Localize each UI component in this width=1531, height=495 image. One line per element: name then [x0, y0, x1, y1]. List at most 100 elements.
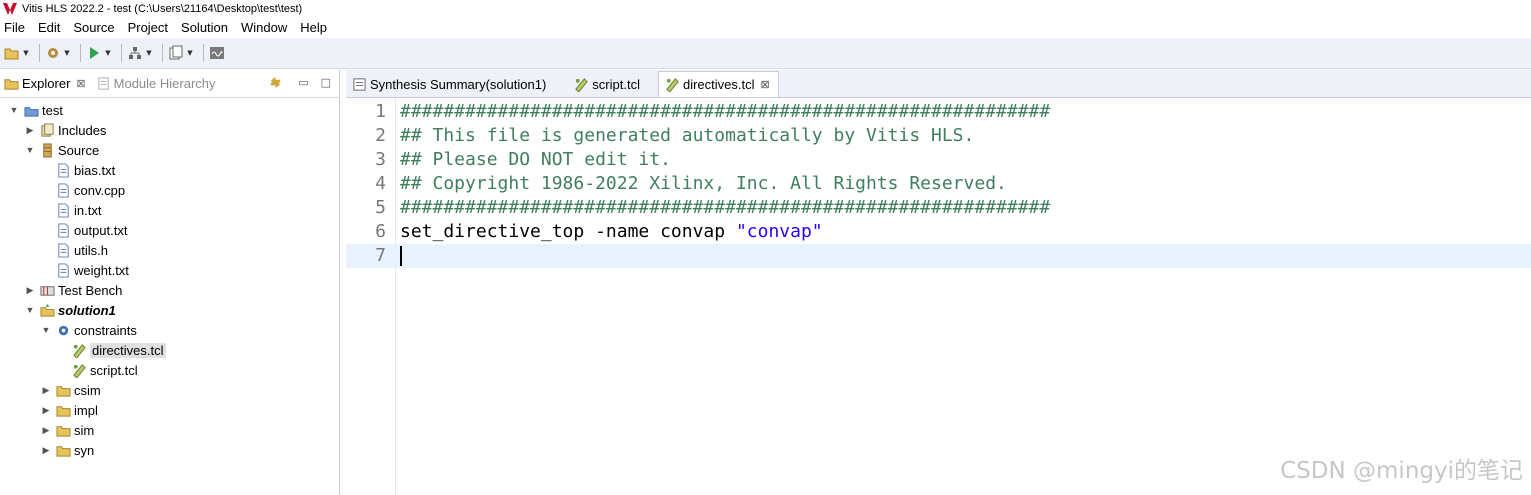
link-editor-icon[interactable]	[268, 75, 283, 90]
tab-label: Synthesis Summary(solution1)	[370, 76, 547, 92]
tree-label: output.txt	[74, 222, 128, 238]
tree-node-file[interactable]: weight.txt	[56, 260, 129, 280]
menu-project[interactable]: Project	[128, 20, 168, 35]
chevron-down-icon[interactable]: ▼	[186, 45, 194, 61]
tab-script-tcl[interactable]: script.tcl	[568, 71, 648, 97]
run-button[interactable]: ▼	[86, 45, 112, 61]
chevron-right-icon[interactable]: ▶	[40, 405, 52, 416]
tree-node-folder[interactable]: ▶ csim	[40, 380, 101, 400]
code-line[interactable]: 3 ## Please DO NOT edit it.	[346, 148, 1531, 172]
test-bench-icon	[40, 285, 55, 296]
maximize-icon[interactable]: □	[321, 76, 331, 89]
tree-node-folder[interactable]: ▶ sim	[40, 420, 95, 440]
tab-module-hierarchy[interactable]: Module Hierarchy	[96, 76, 216, 91]
code-text: ## Please DO NOT edit it.	[400, 149, 671, 170]
tab-directives-tcl[interactable]: directives.tcl ⊠	[657, 71, 779, 97]
tree-node-file[interactable]: utils.h	[56, 240, 108, 260]
chevron-right-icon[interactable]: ▶	[24, 285, 36, 296]
chevron-right-icon[interactable]: ▶	[40, 425, 52, 436]
code-line[interactable]: 5 ######################################…	[346, 196, 1531, 220]
tree-node-file[interactable]: output.txt	[56, 220, 127, 240]
code-line[interactable]: 6 set_directive_top -name convap "convap…	[346, 220, 1531, 244]
code-line[interactable]: 2 ## This file is generated automaticall…	[346, 124, 1531, 148]
code-text: set_directive_top -name convap "convap"	[400, 220, 823, 244]
tcl-file-icon	[73, 343, 86, 358]
tree-node-file[interactable]: conv.cpp	[56, 180, 125, 200]
code-editor[interactable]: 1 ######################################…	[346, 98, 1531, 495]
toolbar-separator	[203, 44, 204, 62]
toolbar-separator	[162, 44, 163, 62]
hierarchy-icon	[129, 47, 141, 59]
tree-node-source[interactable]: ▼ Source	[24, 140, 100, 160]
chevron-down-icon[interactable]: ▼	[24, 305, 36, 315]
code-line[interactable]: 1 ######################################…	[346, 100, 1531, 124]
code-line-current[interactable]: 7	[346, 244, 1531, 268]
tree-node-solution[interactable]: ▼ solution1	[24, 300, 116, 320]
tree-node-folder[interactable]: ▶ impl	[40, 400, 98, 420]
vitis-logo-icon	[3, 2, 17, 15]
close-icon[interactable]: ⊠	[76, 77, 85, 90]
editor-panel: Synthesis Summary(solution1) script.tcl …	[346, 70, 1531, 495]
open-button[interactable]: ▼	[4, 45, 30, 61]
waveform-button[interactable]	[209, 45, 225, 61]
tree-label: weight.txt	[74, 262, 129, 278]
file-icon	[58, 182, 69, 198]
tcl-file-icon	[73, 363, 86, 378]
tree-label: sim	[74, 422, 95, 438]
tab-module-hierarchy-label: Module Hierarchy	[113, 76, 216, 91]
chevron-down-icon[interactable]: ▼	[22, 45, 30, 61]
tree-label: bias.txt	[74, 162, 116, 178]
tree-label: directives.tcl	[90, 342, 166, 358]
toolbar-separator	[39, 44, 40, 62]
tree-node-file[interactable]: in.txt	[56, 200, 101, 220]
project-icon	[24, 106, 39, 117]
tcl-file-icon	[666, 78, 679, 92]
chevron-down-icon[interactable]: ▼	[8, 105, 20, 115]
line-number: 7	[375, 245, 386, 266]
code-line[interactable]: 4 ## Copyright 1986-2022 Xilinx, Inc. Al…	[346, 172, 1531, 196]
chevron-down-icon[interactable]: ▼	[104, 45, 112, 61]
menu-file[interactable]: File	[4, 20, 25, 35]
solution-icon	[40, 303, 55, 317]
folder-icon	[56, 425, 71, 437]
tcl-file-icon	[575, 77, 589, 92]
menu-solution[interactable]: Solution	[181, 20, 228, 35]
tree-node-test-bench[interactable]: ▶ Test Bench	[24, 280, 123, 300]
chevron-right-icon[interactable]: ▶	[24, 125, 36, 136]
chevron-down-icon[interactable]: ▼	[145, 45, 153, 61]
tree-node-constraints[interactable]: ▼ constraints	[40, 320, 137, 340]
tree-node-file[interactable]: bias.txt	[56, 160, 115, 180]
tree-node-project[interactable]: ▼ test	[8, 100, 63, 120]
tree-node-directives[interactable]: directives.tcl	[72, 340, 166, 360]
hierarchy-button[interactable]: ▼	[127, 45, 153, 61]
tree-label: syn	[74, 442, 95, 458]
chevron-down-icon[interactable]: ▼	[63, 45, 71, 61]
report-button[interactable]: ▼	[168, 45, 194, 61]
settings-button[interactable]: ▼	[45, 45, 71, 61]
menu-window[interactable]: Window	[241, 20, 287, 35]
menu-help[interactable]: Help	[300, 20, 327, 35]
source-folder-icon	[43, 142, 52, 158]
minimize-icon[interactable]: ▭	[298, 76, 308, 89]
menu-source[interactable]: Source	[73, 20, 114, 35]
tree-node-folder[interactable]: ▶ syn	[40, 440, 95, 460]
chevron-right-icon[interactable]: ▶	[40, 445, 52, 456]
toolbar-separator	[80, 44, 81, 62]
file-icon	[58, 242, 69, 258]
line-number: 4	[375, 173, 386, 194]
watermark: CSDN @mingyi的笔记	[1280, 458, 1523, 484]
file-icon	[58, 262, 69, 278]
tree-label: csim	[74, 382, 101, 398]
line-number: 2	[375, 125, 386, 146]
tree-label: impl	[74, 402, 98, 418]
close-icon[interactable]: ⊠	[761, 78, 770, 91]
explorer-icon	[4, 79, 19, 90]
chevron-down-icon[interactable]: ▼	[24, 145, 36, 155]
tree-node-script[interactable]: script.tcl	[72, 360, 138, 380]
chevron-right-icon[interactable]: ▶	[40, 385, 52, 396]
tab-synthesis-summary[interactable]: Synthesis Summary(solution1)	[346, 71, 554, 97]
tree-node-includes[interactable]: ▶ Includes	[24, 120, 107, 140]
tab-explorer[interactable]: Explorer ⊠	[4, 76, 86, 91]
menu-edit[interactable]: Edit	[38, 20, 60, 35]
chevron-down-icon[interactable]: ▼	[40, 325, 52, 335]
